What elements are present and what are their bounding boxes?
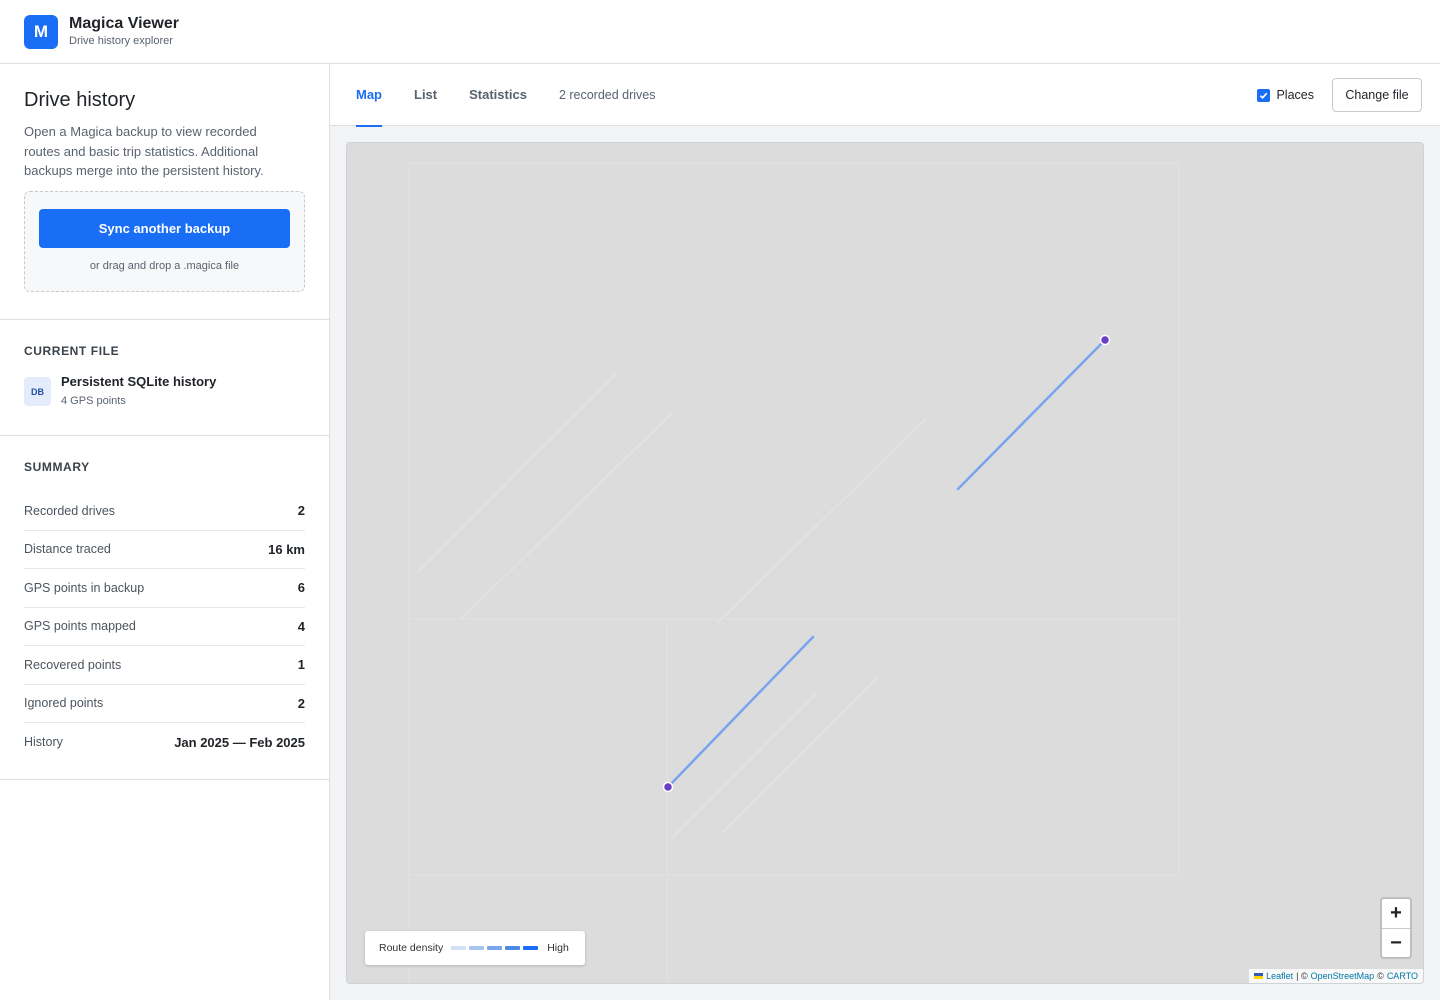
route-layer <box>662 334 1111 793</box>
tab-statistics[interactable]: Statistics <box>469 64 527 126</box>
current-file-name: Persistent SQLite history <box>61 374 217 389</box>
route-density-legend: Route density High <box>365 931 585 965</box>
main-panel: Map List Statistics 2 recorded drives Pl… <box>330 64 1440 1000</box>
stat-value: 4 <box>297 618 305 634</box>
stat-value: 6 <box>297 580 305 596</box>
places-toggle[interactable]: Places <box>1257 88 1314 102</box>
stat-label: Recovered points <box>24 657 122 672</box>
summary-section: SUMMARY Recorded drives 2 Distance trace… <box>0 436 329 780</box>
stat-history: History Jan 2025 — Feb 2025 <box>24 723 305 762</box>
intro-section: Drive history Open a Magica backup to vi… <box>0 64 329 320</box>
ukraine-flag-icon <box>1254 973 1264 979</box>
current-file-meta: 4 GPS points <box>61 395 126 407</box>
legend-swatch <box>523 946 539 950</box>
stat-ignored-points: Ignored points 2 <box>24 685 305 723</box>
legend-swatch <box>487 946 503 950</box>
brand: Magica Viewer Drive history explorer <box>69 14 179 49</box>
attribution-separator: | © <box>1296 971 1308 981</box>
carto-link[interactable]: CARTO <box>1387 971 1418 981</box>
stat-label: Recorded drives <box>24 503 116 518</box>
current-file-title: CURRENT FILE <box>24 344 120 358</box>
stat-label: History <box>24 735 63 750</box>
current-file: DB Persistent SQLite history 4 GPS point… <box>24 374 305 407</box>
places-checkbox[interactable] <box>1257 88 1271 102</box>
legend-swatch <box>469 946 485 950</box>
leaflet-link[interactable]: Leaflet <box>1266 971 1293 981</box>
sidebar-description: Open a Magica backup to view recorded ro… <box>24 124 264 178</box>
place-marker[interactable] <box>1099 334 1111 346</box>
tab-list[interactable]: List <box>414 64 437 126</box>
stat-value: 16 km <box>268 541 305 557</box>
route-map[interactable]: Route density High + − Leaflet | © OpenS… <box>346 142 1424 984</box>
view-tabs: Map List Statistics 2 recorded drives Pl… <box>330 64 1440 127</box>
file-drop-zone[interactable]: Sync another backup or drag and drop a .… <box>24 190 305 292</box>
legend-swatches <box>451 946 541 950</box>
map-attribution: Leaflet | © OpenStreetMap © CARTO <box>1249 969 1423 983</box>
stat-label: Ignored points <box>24 696 104 711</box>
stat-label: GPS points in backup <box>24 580 145 595</box>
openstreetmap-link[interactable]: OpenStreetMap <box>1311 971 1375 981</box>
database-icon: DB <box>24 377 51 406</box>
attribution-separator: © <box>1377 971 1384 981</box>
stat-gps-points-mapped: GPS points mapped 4 <box>24 608 305 646</box>
checkmark-icon <box>1260 92 1268 99</box>
sidebar: Drive history Open a Magica backup to vi… <box>0 64 330 1000</box>
tab-map[interactable]: Map <box>356 64 382 127</box>
legend-label: Route density <box>379 942 444 954</box>
sidebar-heading: Drive history <box>24 89 136 111</box>
zoom-control: + − <box>1380 897 1412 959</box>
app-title: Magica Viewer <box>69 15 179 32</box>
stat-label: Distance traced <box>24 542 111 557</box>
summary-stats: Recorded drives 2 Distance traced 16 km … <box>24 492 305 762</box>
zoom-in-button[interactable]: + <box>1382 899 1410 928</box>
zoom-out-button[interactable]: − <box>1382 928 1410 957</box>
route-segment[interactable] <box>956 338 1107 491</box>
stat-value: 1 <box>297 657 305 673</box>
place-marker[interactable] <box>662 781 674 793</box>
places-label: Places <box>1276 88 1314 102</box>
stat-recovered-points: Recovered points 1 <box>24 646 305 685</box>
stat-distance-traced: Distance traced 16 km <box>24 531 305 569</box>
summary-title: SUMMARY <box>24 460 90 474</box>
sync-backup-button[interactable]: Sync another backup <box>39 208 290 248</box>
stat-gps-points-backup: GPS points in backup 6 <box>24 569 305 608</box>
app-header: M Magica Viewer Drive history explorer <box>0 0 1440 64</box>
drive-count: 2 recorded drives <box>558 87 656 102</box>
app-logo: M <box>24 14 58 49</box>
change-file-button[interactable]: Change file <box>1332 78 1422 112</box>
drop-hint: or drag and drop a .magica file <box>89 259 240 272</box>
legend-swatch <box>451 946 467 950</box>
stat-value: Jan 2025 — Feb 2025 <box>174 734 305 750</box>
route-segment[interactable] <box>666 635 815 789</box>
stat-label: GPS points mapped <box>24 619 136 634</box>
stat-recorded-drives: Recorded drives 2 <box>24 492 305 531</box>
app-subtitle: Drive history explorer <box>69 35 173 47</box>
stat-value: 2 <box>297 695 305 711</box>
stat-value: 2 <box>297 503 305 519</box>
legend-swatch <box>505 946 521 950</box>
current-file-section: CURRENT FILE DB Persistent SQLite histor… <box>0 320 329 436</box>
legend-high-label: High <box>547 942 569 954</box>
